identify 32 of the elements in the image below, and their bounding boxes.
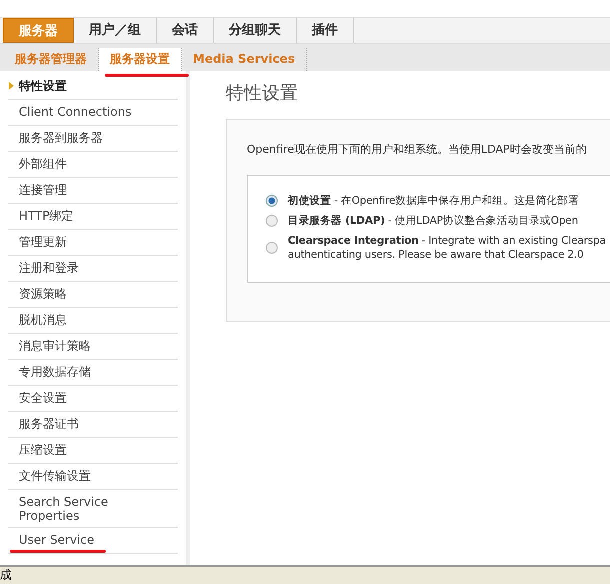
sidebar-item[interactable]: Search Service Properties bbox=[8, 490, 178, 528]
sidebar-item[interactable]: 服务器证书 bbox=[8, 412, 178, 438]
sidebar-item[interactable]: 压缩设置 bbox=[8, 438, 178, 464]
nav-tab[interactable]: 用户／组 bbox=[74, 18, 157, 43]
radio-button[interactable] bbox=[266, 215, 278, 227]
option-label: Clearspace Integration - Integrate with an existing Clearspa authenticating users. Please be aware that Clearspace 2.0 bbox=[288, 234, 606, 262]
sidebar-item[interactable]: 消息审计策略 bbox=[8, 334, 178, 360]
option-label: 目录服务器 (LDAP) - 使用LDAP协议整合象活动目录或Open bbox=[288, 214, 578, 228]
sidebar-item[interactable]: Client Connections bbox=[8, 100, 178, 126]
sidebar-item[interactable]: 脱机消息 bbox=[8, 308, 178, 334]
sidebar-item[interactable]: 注册和登录 bbox=[8, 256, 178, 282]
sidebar-item[interactable]: 专用数据存储 bbox=[8, 360, 178, 386]
sidebar-item[interactable]: 特性设置 bbox=[8, 74, 178, 100]
sidebar-item[interactable]: User Service bbox=[8, 528, 178, 554]
sidebar-item[interactable]: 安全设置 bbox=[8, 386, 178, 412]
sidebar-item[interactable]: 文件传输设置 bbox=[8, 464, 178, 490]
intro-text: Openfire现在使用下面的用户和组系统。当使用LDAP时会改变当前的 bbox=[247, 142, 588, 157]
sidebar-item[interactable]: HTTP绑定 bbox=[8, 204, 178, 230]
radio-button[interactable] bbox=[266, 195, 278, 207]
status-text: 成 bbox=[0, 568, 12, 582]
nav-tab[interactable]: 分组聊天 bbox=[214, 18, 297, 43]
nav-tab[interactable]: 会话 bbox=[157, 18, 214, 43]
sidebar-item[interactable]: 服务器到服务器 bbox=[8, 126, 178, 152]
option-label: 初使设置 - 在Openfire数据库中保存用户和组。这是简化部署 bbox=[288, 194, 580, 208]
sidebar-item[interactable]: 外部组件 bbox=[8, 152, 178, 178]
nav-tab[interactable]: 插件 bbox=[297, 18, 354, 43]
page-title: 特性设置 bbox=[226, 82, 299, 105]
triangle-icon bbox=[9, 82, 14, 90]
sidebar-item[interactable]: 资源策略 bbox=[8, 282, 178, 308]
sidebar-item[interactable]: 连接管理 bbox=[8, 178, 178, 204]
sidebar-item[interactable]: 管理更新 bbox=[8, 230, 178, 256]
radio-button[interactable] bbox=[266, 242, 278, 254]
